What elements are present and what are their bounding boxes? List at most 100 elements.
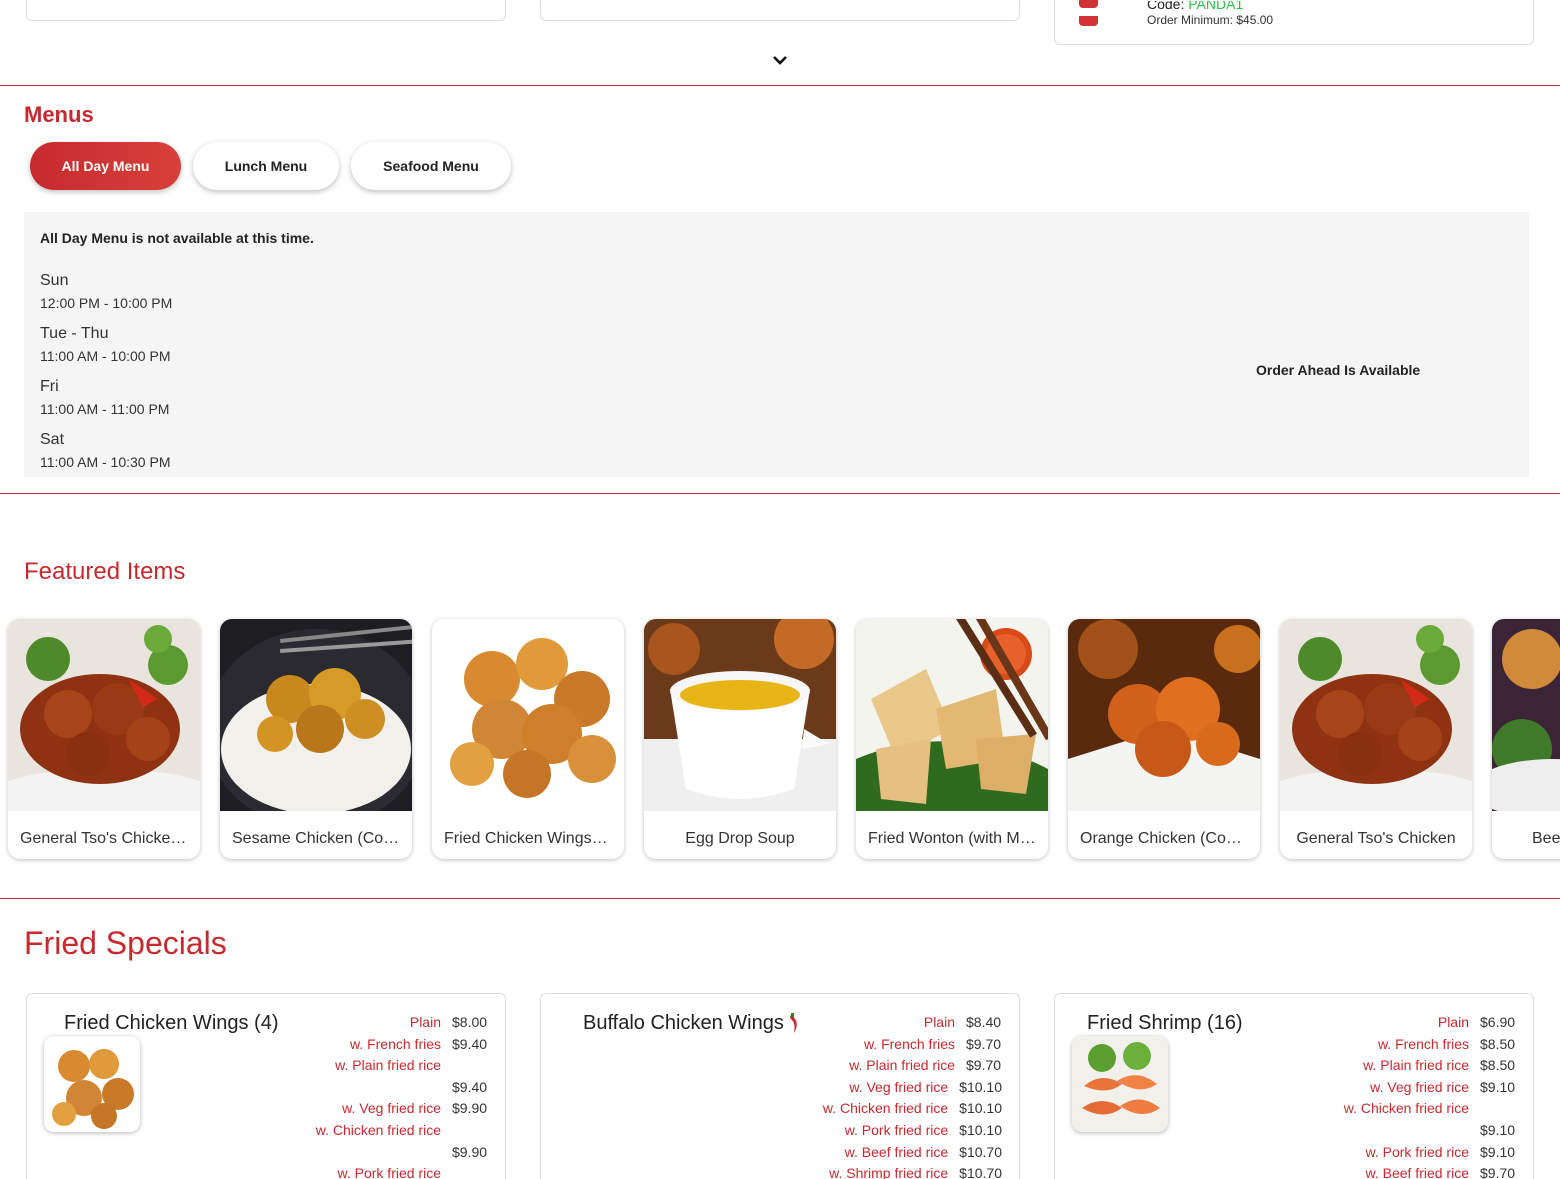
hours-day: Sat [40, 431, 65, 448]
price-option[interactable]: w. Chicken fried rice $10.10 [802, 1098, 1002, 1120]
menu-item-card[interactable]: Fried Shrimp (16) Plain $6.90 w. French f… [1054, 993, 1534, 1179]
price-option[interactable]: w. Plain fried rice $8.50 [1316, 1055, 1516, 1077]
price-amount: $8.50 [1480, 1057, 1516, 1074]
featured-item-name: Sesame Chicken (Combo) [232, 830, 412, 847]
tab-seafood-menu[interactable]: Seafood Menu [351, 142, 511, 190]
menu-item-name: Fried Chicken Wings (4) [64, 1012, 279, 1034]
price-option-label: w. Chicken fried rice [822, 1100, 949, 1117]
price-option[interactable]: Plain $6.90 [1316, 1012, 1516, 1034]
price-amount: $9.70 [966, 1057, 1002, 1074]
price-option[interactable]: w. Shrimp fried rice $10.70 [802, 1163, 1002, 1179]
price-amount: $10.70 [959, 1143, 1002, 1160]
coupon-card[interactable]: Code: PANDA1 Order Minimum: $45.00 [1054, 0, 1534, 45]
price-option-label: w. Chicken fried rice [1343, 1100, 1469, 1117]
price-option-label: w. Veg fried rice [342, 1100, 441, 1117]
price-option[interactable]: w. Plain fried rice [288, 1055, 488, 1077]
chili-pepper-icon [789, 1013, 797, 1033]
price-option[interactable]: w. Pork fried rice $9.10 [1316, 1142, 1516, 1164]
price-option[interactable]: w. Pork fried rice $10.10 [802, 1120, 1002, 1142]
price-option[interactable]: w. French fries $9.70 [802, 1034, 1002, 1056]
price-option-label: Plain [1437, 1014, 1469, 1030]
price-option[interactable]: $9.10 [1316, 1120, 1516, 1142]
price-option-label: Plain [923, 1014, 955, 1030]
price-option[interactable]: Plain $8.00 [288, 1012, 488, 1034]
food-image [856, 619, 1048, 811]
food-image [1068, 619, 1260, 811]
price-list: Plain $6.90 w. French fries $8.50 w. Plain… [1316, 1012, 1516, 1179]
price-option[interactable]: $9.40 [288, 1077, 488, 1099]
hours-item: Fri 11:00 AM - 11:00 PM [40, 378, 172, 431]
price-amount: $9.40 [452, 1078, 488, 1095]
item-thumbnail [44, 1036, 140, 1132]
price-option[interactable]: w. Chicken fried rice [288, 1120, 488, 1142]
featured-item-card[interactable]: Fried Chicken Wings (4) [432, 619, 624, 859]
hours-time: 12:00 PM - 10:00 PM [40, 295, 173, 311]
menu-item-name-text: Buffalo Chicken Wings [583, 1012, 784, 1034]
price-amount: $10.10 [959, 1078, 1002, 1095]
featured-item-card[interactable]: Orange Chicken (Combo) [1068, 619, 1260, 859]
price-amount [452, 1163, 488, 1179]
price-list: Plain $8.00 w. French fries $9.40 w. Plain… [288, 1012, 488, 1179]
price-option[interactable]: Plain $8.40 [802, 1012, 1002, 1034]
menu-item-card[interactable]: Fried Chicken Wings (4) Plain $8.00 w. Fr… [26, 993, 506, 1179]
menu-item-name: Fried Shrimp (16) [1087, 1012, 1243, 1034]
price-option[interactable]: w. Pork fried rice [288, 1163, 488, 1179]
featured-item-card[interactable]: General Tso's Chicken (Combo) [8, 619, 200, 859]
order-ahead-status: Order Ahead Is Available [1256, 362, 1421, 378]
menus-title: Menus [24, 102, 94, 127]
price-option-label: w. Veg fried rice [1370, 1078, 1469, 1095]
price-option-label: w. Plain fried rice [849, 1057, 955, 1074]
price-amount: $9.10 [1480, 1143, 1516, 1160]
price-option[interactable]: w. Beef fried rice $9.70 [1316, 1163, 1516, 1179]
price-amount: $9.90 [452, 1100, 488, 1117]
item-thumbnail [1072, 1036, 1168, 1132]
chevron-down-icon[interactable] [771, 53, 789, 67]
info-card-1 [26, 0, 506, 21]
hours-day: Sun [40, 272, 69, 289]
price-amount: $9.10 [1480, 1121, 1516, 1138]
featured-item-name: General Tso's Chicken (Combo) [20, 830, 200, 847]
hours-item: Tue - Thu 11:00 AM - 10:00 PM [40, 325, 172, 378]
hours-time: 11:00 AM - 10:30 PM [40, 454, 171, 470]
menu-item-card[interactable]: Buffalo Chicken Wings Plain $8.40 w. Fren… [540, 993, 1020, 1179]
price-option[interactable]: w. Veg fried rice $9.10 [1316, 1077, 1516, 1099]
hours-item: Sun 12:00 PM - 10:00 PM [40, 272, 172, 325]
food-image [432, 619, 624, 811]
price-option[interactable]: w. Veg fried rice $9.90 [288, 1098, 488, 1120]
price-amount: $9.70 [966, 1035, 1002, 1052]
hours-day: Fri [40, 378, 59, 395]
tab-lunch-menu[interactable]: Lunch Menu [193, 142, 339, 190]
price-amount: $6.90 [1480, 1014, 1516, 1030]
price-option-label: w. French fries [1377, 1035, 1469, 1052]
featured-item-card[interactable]: Sesame Chicken (Combo) [220, 619, 412, 859]
price-option[interactable]: w. French fries $8.50 [1316, 1034, 1516, 1056]
price-option-label: w. French fries [863, 1035, 955, 1052]
hours-day: Tue - Thu [40, 325, 109, 342]
featured-item-card[interactable]: Egg Drop Soup [644, 619, 836, 859]
featured-item-card[interactable]: Fried Wonton (with Meat) [856, 619, 1048, 859]
menu-tabs: All Day Menu Lunch Menu Seafood Menu [30, 142, 511, 190]
price-amount: $8.40 [966, 1014, 1002, 1030]
featured-item-name: Fried Chicken Wings (4) [444, 830, 616, 847]
price-option[interactable]: w. Beef fried rice $10.70 [802, 1142, 1002, 1164]
price-option[interactable]: w. Chicken fried rice [1316, 1098, 1516, 1120]
coupon-code-value: PANDA1 [1188, 1, 1244, 9]
price-amount: $8.50 [1480, 1035, 1516, 1052]
price-option[interactable]: w. French fries $9.40 [288, 1034, 488, 1056]
coupon-icon [1079, 0, 1123, 26]
menu-unavailable-notice: All Day Menu is not available at this ti… [40, 230, 314, 246]
price-option[interactable]: w. Plain fried rice $9.70 [802, 1055, 1002, 1077]
price-option[interactable]: w. Veg fried rice $10.10 [802, 1077, 1002, 1099]
tab-all-day-menu[interactable]: All Day Menu [30, 142, 181, 190]
price-option[interactable]: $9.90 [288, 1142, 488, 1164]
coupon-code-label: Code: [1147, 1, 1185, 9]
price-option-label: w. Pork fried rice [844, 1121, 949, 1138]
price-amount: $10.10 [959, 1121, 1002, 1138]
featured-item-name: General Tso's Chicken [1296, 830, 1456, 847]
featured-item-card[interactable]: General Tso's Chicken [1280, 619, 1472, 859]
price-option-label: w. Pork fried rice [337, 1165, 441, 1179]
food-image [1280, 619, 1472, 811]
featured-item-name: Egg Drop Soup [685, 830, 795, 847]
price-option-label: w. Veg fried rice [849, 1078, 949, 1095]
featured-item-card[interactable]: Beef [1492, 619, 1560, 859]
